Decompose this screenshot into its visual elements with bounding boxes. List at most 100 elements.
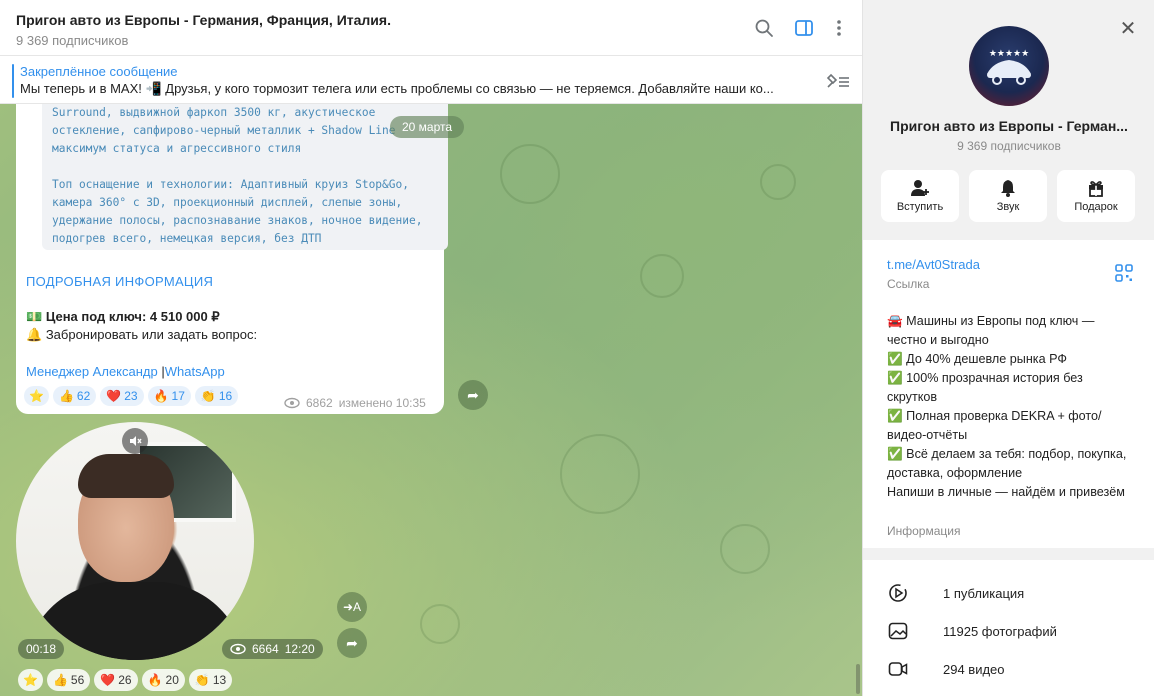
sound-label: Звук (996, 201, 1020, 213)
reaction-fire[interactable]: 🔥 17 (147, 386, 191, 406)
translate-icon[interactable]: ➜ A (337, 592, 367, 622)
reaction-thumbs-up[interactable]: 👍 56 (46, 669, 91, 691)
code-line: камера 360° с 3D, проекционный дисплей, … (52, 196, 403, 209)
doodle-pattern (420, 604, 460, 644)
mute-icon[interactable] (122, 428, 148, 454)
reaction-emoji: 👍 (58, 389, 74, 403)
message-reactions: ⭐ 👍 62 ❤️ 23 🔥 17 👏 16 (24, 386, 239, 406)
code-block: Surround, выдвижной фаркоп 3500 кг, акус… (42, 104, 448, 250)
search-icon[interactable] (750, 14, 778, 42)
sidebar-toggle-icon[interactable] (790, 14, 818, 42)
chat-header[interactable]: Пригон авто из Европы - Германия, Франци… (0, 0, 862, 56)
code-line: Топ оснащение и технологии: Адаптивный к… (52, 178, 409, 191)
reaction-emoji: 👍 (52, 673, 68, 687)
code-line: подогрев всего, немецкая версия, без ДТП (52, 232, 322, 245)
chat-area: Пригон авто из Европы - Германия, Франци… (0, 0, 862, 696)
forward-icon[interactable]: ➦ (458, 380, 488, 410)
photo-icon (887, 620, 909, 642)
reaction-clap[interactable]: 👏 16 (194, 386, 239, 406)
video-views: 6664 (252, 642, 279, 656)
doodle-pattern (760, 164, 796, 200)
stat-publications[interactable]: 1 публикация (887, 582, 1024, 604)
reaction-emoji: 🔥 (147, 673, 163, 687)
stat-photos[interactable]: 11925 фотографий (887, 620, 1057, 642)
gift-icon (1089, 181, 1103, 197)
chat-scrollbar[interactable] (856, 664, 860, 694)
reaction-clap[interactable]: 👏 13 (188, 669, 233, 691)
channel-info-panel: ✕ ★★★★★ Пригон авто из Европы - Герман..… (862, 0, 1154, 696)
qr-code-icon[interactable] (1115, 264, 1133, 282)
views-count: 6862 (306, 396, 333, 410)
pinned-indicator (12, 64, 14, 98)
bell-emoji: 🔔 (26, 327, 43, 342)
gift-button[interactable]: Подарок (1057, 170, 1135, 222)
svg-text:★★★★★: ★★★★★ (989, 48, 1029, 58)
chat-title[interactable]: Пригон авто из Европы - Германия, Франци… (16, 12, 391, 28)
channel-link-label: Ссылка (887, 277, 930, 291)
reaction-heart[interactable]: ❤️ 23 (100, 386, 144, 406)
video-meta: 6664 12:20 (222, 639, 323, 659)
channel-info-card: t.me/Avt0Strada Ссылка 🚘 Машины из Европ… (863, 240, 1154, 548)
price-label: Цена под ключ: 4 510 000 ₽ (45, 309, 220, 324)
reaction-heart[interactable]: ❤️ 26 (94, 669, 138, 691)
price-line: 💵 Цена под ключ: 4 510 000 ₽ (26, 309, 220, 325)
sound-button[interactable]: Звук (969, 170, 1047, 222)
description-line: 🚘 Машины из Европы под ключ — честно и в… (887, 314, 1095, 347)
reaction-emoji: ❤️ (100, 673, 116, 687)
reaction-emoji: 👏 (200, 389, 216, 403)
code-line: удержание полосы, распознавание знаков, … (52, 214, 423, 227)
whatsapp-link[interactable]: WhatsApp (165, 364, 225, 379)
money-emoji: 💵 (26, 309, 43, 324)
manager-link[interactable]: Менеджер Александр (26, 364, 158, 379)
pinned-message[interactable]: Закреплённое сообщение Мы теперь и в MAX… (0, 57, 862, 104)
reaction-count: 56 (70, 673, 85, 687)
description-line: ✅ Всё делаем за тебя: подбор, покупка, д… (887, 447, 1127, 480)
publication-icon (887, 582, 909, 604)
code-line: ​ (52, 158, 438, 176)
pinned-title: Закреплённое сообщение (20, 64, 178, 79)
translate-label: A (353, 600, 362, 614)
views-icon (230, 643, 246, 655)
forward-icon[interactable]: ➦ (337, 628, 367, 658)
doodle-pattern (500, 144, 560, 204)
join-button[interactable]: Вступить (881, 170, 959, 222)
contacts-line: Менеджер Александр |WhatsApp (26, 364, 225, 379)
views-icon (284, 397, 300, 409)
video-message[interactable] (16, 422, 254, 660)
reaction-star[interactable]: ⭐ (24, 386, 49, 406)
stat-label: 11925 фотографий (943, 623, 1057, 639)
description-label: Информация (887, 524, 961, 538)
video-time: 12:20 (284, 642, 315, 656)
channel-avatar[interactable]: ★★★★★ (969, 26, 1049, 106)
message-meta: 6862 изменено 10:35 (284, 396, 426, 410)
join-label: Вступить (896, 201, 944, 213)
reaction-star[interactable]: ⭐ (18, 669, 43, 691)
close-icon[interactable]: ✕ (1116, 16, 1140, 40)
description-line: ✅ Полная проверка DEKRA + фото/видео-отч… (887, 409, 1102, 442)
description-line: ✅ 100% прозрачная история без скрутков (887, 371, 1083, 404)
reaction-emoji: ⭐ (23, 673, 38, 687)
reaction-emoji: 🔥 (153, 389, 169, 403)
date-pill: 20 марта (390, 116, 465, 138)
reaction-fire[interactable]: 🔥 20 (141, 669, 185, 691)
media-stats-card: 1 публикация 11925 фотографий 294 видео (863, 560, 1154, 696)
reaction-emoji: ❤️ (106, 389, 122, 403)
video-reactions: ⭐ 👍 56 ❤️ 26 🔥 20 👏 13 (18, 669, 233, 691)
stat-videos[interactable]: 294 видео (887, 658, 1005, 680)
more-info-link[interactable]: ПОДРОБНАЯ ИНФОРМАЦИЯ (26, 274, 213, 289)
video-duration: 00:18 (18, 639, 65, 659)
stat-label: 294 видео (943, 661, 1005, 677)
car-logo-icon: ★★★★★ (987, 48, 1031, 85)
reaction-emoji: ⭐ (29, 389, 44, 403)
channel-link[interactable]: t.me/Avt0Strada (887, 257, 980, 272)
code-line: максимум статуса и агрессивного стиля (52, 142, 302, 155)
bell-icon (1001, 180, 1015, 197)
reaction-thumbs-up[interactable]: 👍 62 (52, 386, 97, 406)
pinned-list-icon[interactable] (824, 69, 852, 93)
booking-text: Забронировать или задать вопрос: (45, 327, 258, 342)
reaction-count: 62 (76, 389, 91, 403)
more-menu-icon[interactable] (825, 14, 853, 42)
doodle-pattern (720, 524, 770, 574)
add-user-icon (911, 180, 929, 196)
gift-label: Подарок (1074, 201, 1118, 213)
